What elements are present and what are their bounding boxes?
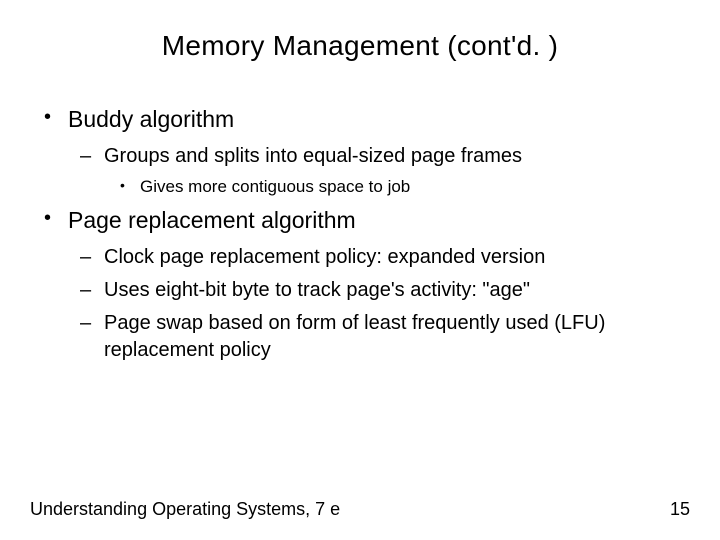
subsubbullet-contiguous: Gives more contiguous space to job: [104, 176, 690, 199]
slide-content: Buddy algorithm Groups and splits into e…: [30, 104, 690, 364]
page-number: 15: [670, 499, 690, 520]
bullet-text: Clock page replacement policy: expanded …: [104, 246, 545, 268]
subbullet-clock-policy: Clock page replacement policy: expanded …: [68, 244, 690, 271]
subbullet-lfu: Page swap based on form of least frequen…: [68, 310, 690, 364]
subbullet-groups-splits: Groups and splits into equal-sized page …: [68, 143, 690, 199]
slide-footer: Understanding Operating Systems, 7 e 15: [30, 499, 690, 520]
slide-title: Memory Management (cont'd. ): [30, 30, 690, 62]
footer-source: Understanding Operating Systems, 7 e: [30, 499, 340, 520]
subbullet-eight-bit: Uses eight-bit byte to track page's acti…: [68, 277, 690, 304]
bullet-text: Buddy algorithm: [68, 106, 234, 132]
bullet-text: Page swap based on form of least frequen…: [104, 312, 605, 361]
bullet-buddy-algorithm: Buddy algorithm Groups and splits into e…: [40, 104, 690, 199]
bullet-text: Gives more contiguous space to job: [140, 177, 410, 196]
bullet-text: Uses eight-bit byte to track page's acti…: [104, 279, 530, 301]
bullet-text: Page replacement algorithm: [68, 207, 356, 233]
bullet-text: Groups and splits into equal-sized page …: [104, 145, 522, 167]
bullet-page-replacement: Page replacement algorithm Clock page re…: [40, 205, 690, 364]
